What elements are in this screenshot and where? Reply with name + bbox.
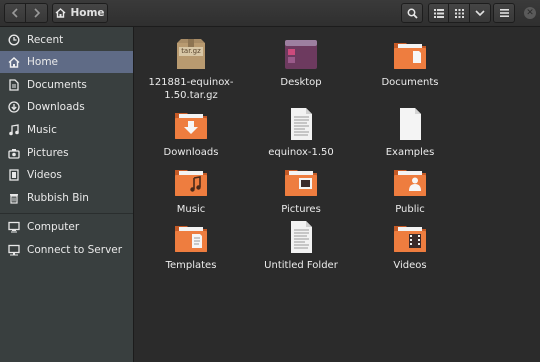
grid-view-button[interactable] [449,3,470,23]
sidebar-item-label: Music [27,124,57,136]
sidebar-item-computer[interactable]: Computer [0,216,133,238]
file-label: 121881-equinox- 1.50.tar.gz [148,77,234,101]
sidebar: Recent Home Documents Downloads Music Pi… [0,27,134,362]
film-icon [7,168,21,182]
sidebar-item-label: Home [27,56,59,68]
file-item-music[interactable]: Music [141,164,241,216]
file-item-untitled-folder[interactable]: Untitled Folder [251,220,351,272]
archive-type-label: tar.gz [181,47,201,55]
sidebar-item-label: Downloads [27,101,85,113]
downloads-folder-icon [173,107,209,141]
sidebar-item-downloads[interactable]: Downloads [0,96,133,118]
forward-button[interactable] [26,3,48,23]
path-bar-label: Home [70,7,105,19]
documents-folder-icon [392,37,428,71]
file-label: equinox-1.50 [268,147,334,158]
file-label: Downloads [163,147,219,158]
pictures-folder-icon [283,164,319,198]
sidebar-item-home[interactable]: Home [0,51,133,73]
file-item-videos[interactable]: Videos [360,220,460,272]
file-item-documents[interactable]: Documents [360,37,460,89]
sidebar-item-label: Recent [27,34,64,46]
search-icon [407,8,418,19]
sidebar-divider [0,213,133,214]
path-bar-home-button[interactable]: Home [52,3,108,23]
sidebar-item-label: Documents [27,79,87,91]
file-item-pictures[interactable]: Pictures [251,164,351,216]
file-item-public[interactable]: Public [360,164,460,216]
file-label: Documents [381,77,439,88]
download-icon [7,100,21,114]
public-folder-icon [392,164,428,198]
home-icon [55,8,66,18]
sidebar-item-connect-to-server[interactable]: Connect to Server [0,239,133,261]
chevron-right-icon [33,8,40,18]
file-label: Desktop [280,77,322,88]
sidebar-item-label: Connect to Server [27,244,123,256]
header-bar: Home ✕ [0,0,540,27]
sidebar-item-recent[interactable]: Recent [0,29,133,51]
menu-button[interactable] [493,3,515,23]
sidebar-item-label: Computer [27,221,80,233]
music-folder-icon [173,164,209,198]
file-item-downloads[interactable]: Downloads [141,107,241,159]
file-label: Videos [393,260,427,271]
clock-icon [7,33,21,47]
server-icon [7,243,21,257]
text-file-icon [283,107,319,141]
list-view-button[interactable] [428,3,449,23]
file-label: Untitled Folder [264,260,338,271]
back-button[interactable] [4,3,26,23]
chevron-left-icon [11,8,18,18]
sidebar-item-rubbish-bin[interactable]: Rubbish Bin [0,187,133,209]
file-label: Examples [385,147,435,158]
blank-file-icon [392,107,428,141]
file-label: Music [176,204,206,215]
sidebar-item-music[interactable]: Music [0,119,133,141]
view-buttons [428,3,491,23]
file-item-equinox[interactable]: equinox-1.50 [251,107,351,159]
file-label: Public [395,204,425,215]
videos-folder-icon [392,220,428,254]
search-button[interactable] [401,3,423,23]
templates-folder-icon [173,220,209,254]
file-item-desktop[interactable]: Desktop [251,37,351,89]
document-icon [7,78,21,92]
list-view-icon [433,8,444,18]
file-item-archive[interactable]: tar.gz 121881-equinox- 1.50.tar.gz [141,37,241,102]
desktop-folder-icon [283,37,319,71]
chevron-down-icon [475,9,485,16]
archive-icon: tar.gz [173,37,209,71]
file-item-templates[interactable]: Templates [141,220,241,272]
sidebar-item-pictures[interactable]: Pictures [0,142,133,164]
home-icon [7,55,21,69]
sidebar-item-videos[interactable]: Videos [0,164,133,186]
hamburger-menu-icon [499,9,509,17]
text-file-icon [283,220,319,254]
file-label: Templates [165,260,217,271]
music-icon [7,123,21,137]
camera-icon [7,146,21,160]
view-options-button[interactable] [470,3,491,23]
file-view: tar.gz 121881-equinox- 1.50.tar.gz Deskt… [134,27,540,362]
file-label: Pictures [281,204,321,215]
grid-view-icon [454,8,464,18]
sidebar-item-label: Rubbish Bin [27,192,89,204]
trash-icon [7,191,21,205]
file-item-examples[interactable]: Examples [360,107,460,159]
sidebar-item-documents[interactable]: Documents [0,74,133,96]
sidebar-item-label: Pictures [27,147,69,159]
close-icon: ✕ [526,8,534,18]
computer-icon [7,220,21,234]
sidebar-item-label: Videos [27,169,62,181]
close-window-button[interactable]: ✕ [524,7,536,19]
navigation-buttons [4,3,48,23]
